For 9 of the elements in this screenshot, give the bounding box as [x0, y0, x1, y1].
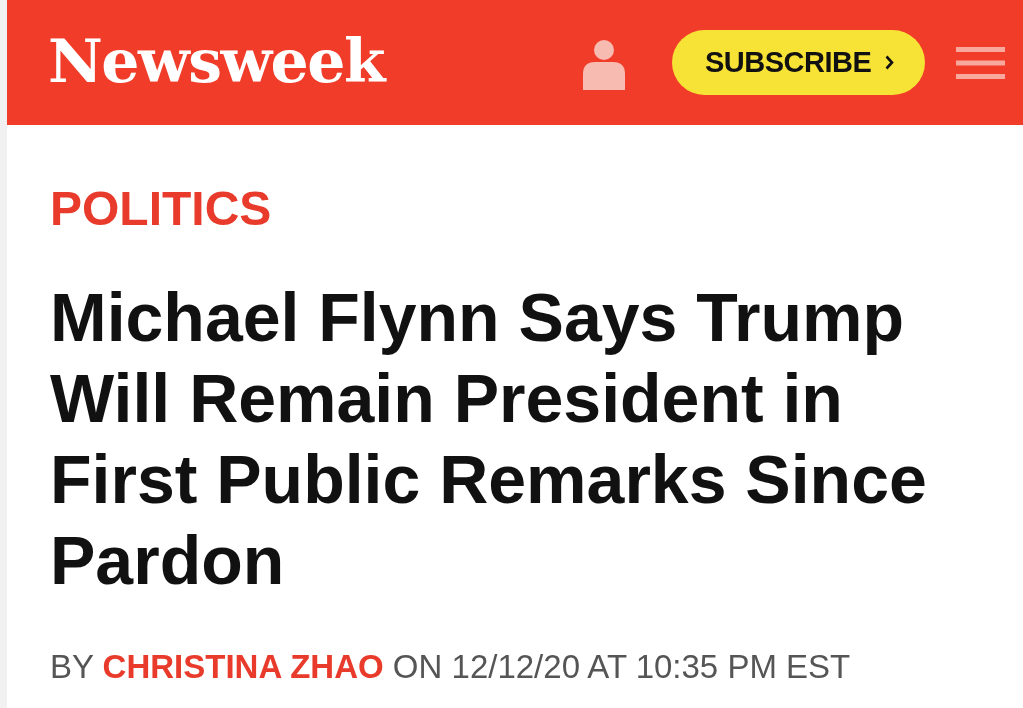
subscribe-button[interactable]: SUBSCRIBE — [672, 30, 925, 95]
category-link[interactable]: POLITICS — [50, 181, 272, 237]
user-icon[interactable] — [583, 39, 625, 90]
chevron-right-icon — [885, 55, 895, 70]
byline: BY CHRISTINA ZHAO ON 12/12/20 AT 10:35 PM EST — [50, 648, 851, 687]
logo[interactable]: Newsweek — [48, 30, 385, 91]
headline: Michael Flynn Says Trump Will Remain President in First Public Remarks Since Pardon — [50, 278, 928, 601]
author-link[interactable]: CHRISTINA ZHAO — [102, 648, 384, 686]
menu-icon[interactable] — [956, 46, 1005, 79]
